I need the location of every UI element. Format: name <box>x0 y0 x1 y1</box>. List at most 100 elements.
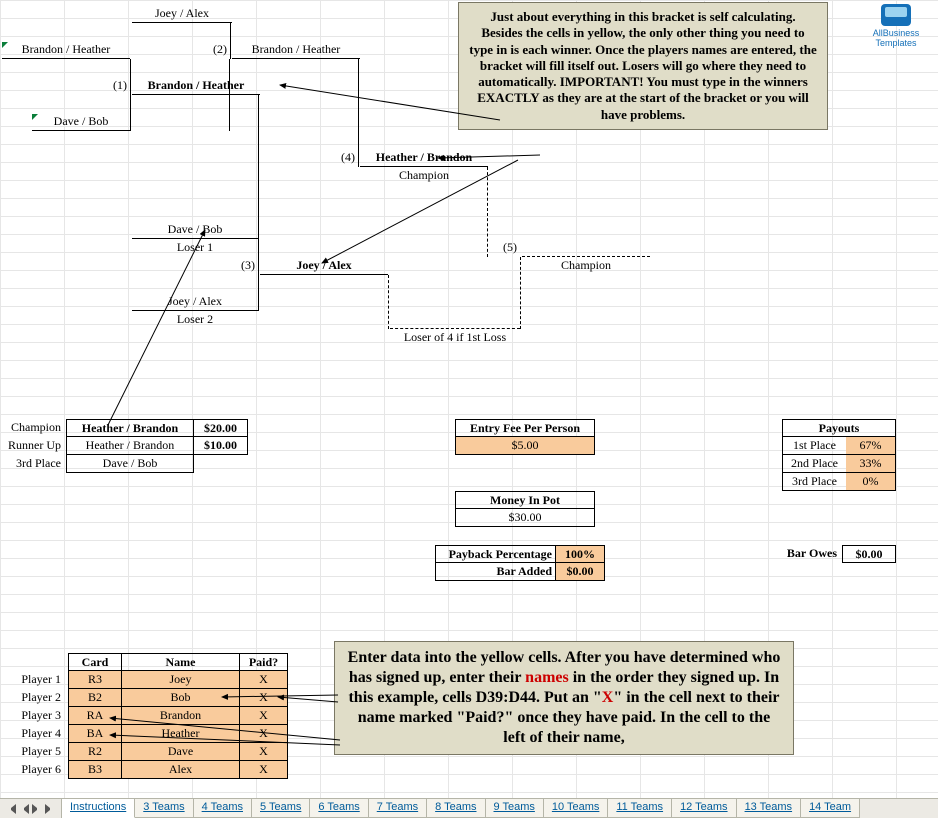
sheet-tab[interactable]: 4 Teams <box>194 799 252 818</box>
payout-pct[interactable]: 0% <box>846 473 896 491</box>
player-label: Player 1 <box>4 671 64 689</box>
baradded-label: Bar Added <box>435 563 555 581</box>
results-team: Dave / Bob <box>66 455 194 473</box>
results-team: Heather / Brandon <box>66 419 194 437</box>
logo: AllBusiness Templates <box>862 4 930 48</box>
callout-bottom: Enter data into the yellow cells. After … <box>334 641 794 755</box>
sheet-tab[interactable]: 9 Teams <box>486 799 544 818</box>
results-pay: $10.00 <box>194 437 248 455</box>
payout-pct[interactable]: 67% <box>846 437 896 455</box>
bracket-team[interactable]: Brandon / Heather <box>232 41 360 59</box>
bracket-seed: (3) <box>228 257 258 275</box>
player-card[interactable]: R3 <box>68 671 122 689</box>
pot-label: Money In Pot <box>455 491 595 509</box>
player-card[interactable]: BA <box>68 725 122 743</box>
sheet-tab[interactable]: 5 Teams <box>252 799 310 818</box>
payout-place: 2nd Place <box>782 455 846 473</box>
bracket-team[interactable]: Joey / Alex <box>132 5 232 23</box>
results-label: Runner Up <box>2 437 64 455</box>
bracket-team[interactable]: Brandon / Heather <box>2 41 130 59</box>
bracket-connector <box>358 59 359 167</box>
bracket-seed: (2) <box>200 41 230 59</box>
player-name[interactable]: Brandon <box>122 707 240 725</box>
loser-label: Loser 1 <box>132 239 258 257</box>
payout-place: 3rd Place <box>782 473 846 491</box>
barowes-value: $0.00 <box>842 545 896 563</box>
sheet-tab[interactable]: 14 Team <box>801 799 860 818</box>
sheet-tab-bar: Instructions 3 Teams 4 Teams 5 Teams 6 T… <box>0 798 938 818</box>
entry-fee-label: Entry Fee Per Person <box>455 419 595 437</box>
sheet-tab[interactable]: 7 Teams <box>369 799 427 818</box>
player-paid[interactable]: X <box>240 725 288 743</box>
sheet-tab[interactable]: 13 Teams <box>737 799 802 818</box>
bracket-winner[interactable]: Heather / Brandon <box>360 149 488 167</box>
player-name[interactable]: Alex <box>122 761 240 779</box>
bracket-team[interactable]: Dave / Bob <box>132 221 258 239</box>
bracket-winner[interactable]: Joey / Alex <box>260 257 388 275</box>
bracket-connector <box>258 239 259 311</box>
col-paid: Paid? <box>240 653 288 671</box>
player-label: Player 5 <box>4 743 64 761</box>
player-card[interactable]: R2 <box>68 743 122 761</box>
player-paid[interactable]: X <box>240 707 288 725</box>
callout-red: X <box>602 689 614 706</box>
bracket-connector <box>230 23 231 59</box>
barowes-label: Bar Owes <box>770 545 840 563</box>
callout-top: Just about everything in this bracket is… <box>458 2 828 130</box>
bracket-seed: (5) <box>490 239 520 257</box>
baradded-value[interactable]: $0.00 <box>555 563 605 581</box>
player-card[interactable]: B2 <box>68 689 122 707</box>
player-name[interactable]: Joey <box>122 671 240 689</box>
loser4-label: Loser of 4 if 1st Loss <box>390 329 520 347</box>
payback-label: Payback Percentage <box>435 545 555 563</box>
logo-text: AllBusiness Templates <box>862 28 930 48</box>
tab-nav[interactable] <box>0 799 62 818</box>
player-label: Player 2 <box>4 689 64 707</box>
bracket-connector <box>388 275 389 329</box>
entry-fee-value[interactable]: $5.00 <box>455 437 595 455</box>
player-card[interactable]: B3 <box>68 761 122 779</box>
sheet-tab[interactable]: 6 Teams <box>310 799 368 818</box>
player-paid[interactable]: X <box>240 761 288 779</box>
sheet-tab[interactable]: 11 Teams <box>608 799 672 818</box>
player-paid[interactable]: X <box>240 689 288 707</box>
results-pay: $20.00 <box>194 419 248 437</box>
champion-label: Champion <box>522 257 650 275</box>
player-name[interactable]: Bob <box>122 689 240 707</box>
col-name: Name <box>122 653 240 671</box>
player-card[interactable]: RA <box>68 707 122 725</box>
sheet-tab[interactable]: 12 Teams <box>672 799 737 818</box>
pot-value: $30.00 <box>455 509 595 527</box>
bracket-seed: (4) <box>328 149 358 167</box>
next-tab-icon[interactable] <box>32 804 42 814</box>
first-tab-icon[interactable] <box>6 804 16 814</box>
col-card: Card <box>68 653 122 671</box>
bracket-connector <box>130 59 230 131</box>
player-paid[interactable]: X <box>240 743 288 761</box>
bracket-cell[interactable] <box>522 239 650 257</box>
payback-value[interactable]: 100% <box>555 545 605 563</box>
player-label: Player 6 <box>4 761 64 779</box>
payout-pct[interactable]: 33% <box>846 455 896 473</box>
sheet-tab[interactable]: 10 Teams <box>544 799 609 818</box>
bracket-connector <box>520 257 521 329</box>
results-team: Heather / Brandon <box>66 437 194 455</box>
callout-red: names <box>525 669 569 686</box>
loser-label: Loser 2 <box>132 311 258 329</box>
champion-label: Champion <box>360 167 488 185</box>
player-name[interactable]: Dave <box>122 743 240 761</box>
prev-tab-icon[interactable] <box>19 804 29 814</box>
results-label: Champion <box>2 419 64 437</box>
bracket-team[interactable]: Joey / Alex <box>132 293 258 311</box>
player-paid[interactable]: X <box>240 671 288 689</box>
last-tab-icon[interactable] <box>45 804 55 814</box>
bracket-team[interactable]: Dave / Bob <box>32 113 130 131</box>
sheet-tab[interactable]: 8 Teams <box>427 799 485 818</box>
payouts-header: Payouts <box>782 419 896 437</box>
sheet-tab[interactable]: Instructions <box>62 799 135 818</box>
bracket-cell[interactable] <box>390 311 520 329</box>
player-name[interactable]: Heather <box>122 725 240 743</box>
payout-place: 1st Place <box>782 437 846 455</box>
bracket-seed: (1) <box>100 77 130 95</box>
sheet-tab[interactable]: 3 Teams <box>135 799 193 818</box>
